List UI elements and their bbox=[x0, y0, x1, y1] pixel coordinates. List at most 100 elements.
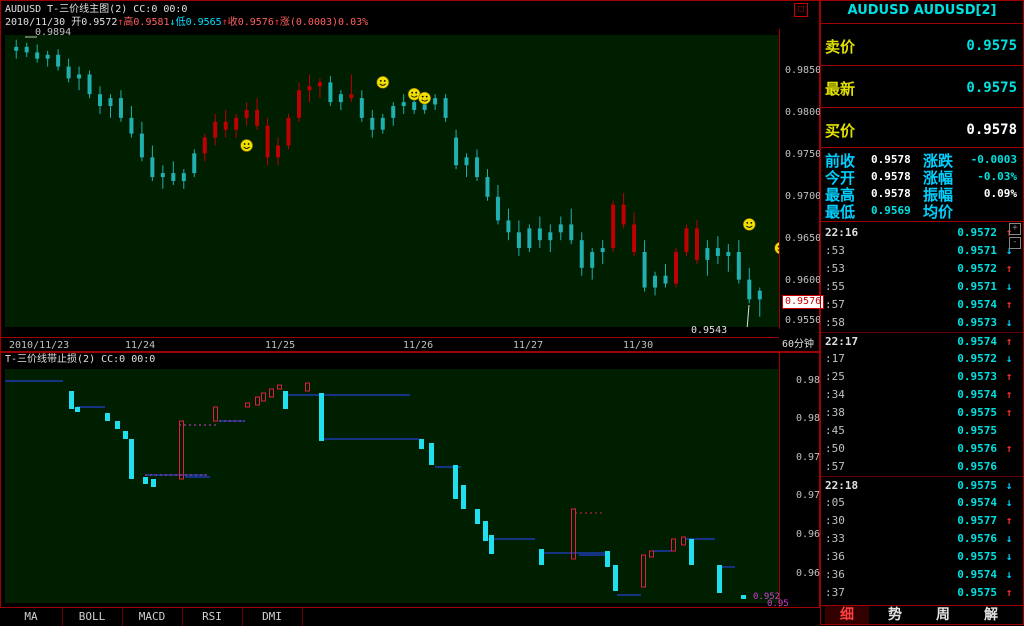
candle-body bbox=[98, 94, 103, 107]
sub-y-tick: 0.97 bbox=[796, 490, 821, 501]
tick-time: :50 bbox=[825, 442, 845, 455]
candle-body bbox=[600, 248, 605, 253]
sub-y-tick: 0.98 bbox=[796, 375, 821, 386]
latest-label: 最新 bbox=[825, 80, 856, 98]
scroll-plus-icon[interactable]: + bbox=[1009, 223, 1021, 235]
tab-boll[interactable]: BOLL bbox=[62, 608, 123, 626]
candle-body bbox=[255, 109, 260, 126]
stoploss-bar bbox=[689, 539, 694, 565]
tick-row: 22:18 0.9575 ↓ bbox=[821, 476, 1023, 495]
candle-body bbox=[317, 82, 322, 87]
candle-body bbox=[548, 232, 553, 241]
tick-row: :30 0.9577 ↑ bbox=[821, 512, 1023, 530]
candle-body bbox=[45, 54, 50, 59]
sub-chart-panel: T-三价线带止损(2) CC:0 00:0 0.98 0.98 0.97 0.9… bbox=[0, 352, 822, 609]
stoploss-bar bbox=[129, 439, 134, 479]
avg-label: 均价 bbox=[923, 203, 954, 221]
candle-body bbox=[24, 46, 29, 53]
candlestick-plot[interactable] bbox=[5, 35, 779, 327]
ohlc-close-label: 收 bbox=[227, 17, 238, 28]
down-arrow-icon: ↓ bbox=[1005, 352, 1013, 365]
candle-body bbox=[401, 102, 406, 107]
tick-row: :36 0.9574 ↓ bbox=[821, 566, 1023, 584]
stoploss-bar bbox=[741, 595, 746, 599]
latest-row: 最新 0.9575 bbox=[821, 65, 1023, 108]
stoploss-bar bbox=[605, 551, 610, 567]
stoploss-plot[interactable] bbox=[5, 369, 779, 603]
candle-body bbox=[454, 137, 459, 166]
tick-time: :57 bbox=[825, 460, 845, 473]
stoploss-bar bbox=[283, 391, 288, 409]
tick-time: :30 bbox=[825, 514, 845, 527]
up-arrow-icon: ↑ bbox=[1005, 514, 1013, 527]
stats-row-3: 最高 0.9578 振幅 0.09% bbox=[821, 184, 1023, 204]
candle-body bbox=[537, 228, 542, 241]
tick-time: :53 bbox=[825, 244, 845, 257]
tick-price: 0.9572 bbox=[957, 352, 997, 365]
candle-body bbox=[192, 153, 197, 174]
candle-body bbox=[433, 98, 438, 105]
tab-trend[interactable]: 势 bbox=[873, 606, 917, 624]
sell-row: 卖价 0.9575 bbox=[821, 23, 1023, 66]
tab-explain[interactable]: 解 bbox=[969, 606, 1013, 624]
stoploss-bar bbox=[319, 393, 324, 441]
tab-rsi[interactable]: RSI bbox=[182, 608, 243, 626]
chart-settings-icon[interactable]: □ bbox=[794, 3, 808, 17]
stoploss-bar bbox=[453, 465, 458, 499]
tick-row: :57 0.9576 bbox=[821, 458, 1023, 476]
candle-body bbox=[56, 54, 61, 67]
tick-time: :58 bbox=[825, 316, 845, 329]
main-chart-title-text: AUDUSD T-三价线主图(2) CC:0 00:0 bbox=[5, 4, 188, 15]
tick-list[interactable]: 22:16 0.9572 ↑:53 0.9571 ↓:53 0.9572 ↑:55 0.957… bbox=[821, 221, 1023, 604]
stoploss-bar bbox=[717, 565, 722, 593]
tab-macd[interactable]: MACD bbox=[122, 608, 183, 626]
candle-body bbox=[443, 98, 448, 118]
candle-body bbox=[475, 157, 480, 178]
tab-ma[interactable]: MA bbox=[0, 608, 63, 626]
scroll-minus-icon[interactable]: - bbox=[1009, 237, 1021, 249]
main-chart-title: AUDUSD T-三价线主图(2) CC:0 00:0 bbox=[5, 4, 187, 16]
open-value: 0.9578 bbox=[871, 170, 911, 183]
candle-body bbox=[684, 228, 689, 253]
candle-body bbox=[747, 279, 752, 300]
stoploss-bar bbox=[419, 439, 424, 449]
indicator-tab-bar: MA BOLL MACD RSI DMI bbox=[0, 607, 820, 626]
candle-body bbox=[14, 46, 19, 51]
candle-body bbox=[757, 290, 762, 300]
stoploss-bar bbox=[429, 443, 434, 465]
tab-dmi[interactable]: DMI bbox=[242, 608, 303, 626]
y-tick: 0.9750 bbox=[785, 149, 822, 160]
change-pct-value: -0.03% bbox=[977, 170, 1017, 183]
tick-row: :25 0.9573 ↑ bbox=[821, 368, 1023, 386]
sub-y-tick: 0.96 bbox=[796, 529, 821, 540]
tab-detail[interactable]: 细 bbox=[825, 606, 869, 624]
smiley-signal-icon bbox=[418, 91, 431, 105]
tick-row: :05 0.9574 ↓ bbox=[821, 494, 1023, 512]
y-tick: 0.9650 bbox=[785, 233, 822, 244]
candle-body bbox=[328, 82, 333, 103]
smiley-signal-icon bbox=[742, 218, 756, 231]
high-value: 0.9578 bbox=[871, 187, 911, 200]
tick-price: 0.9572 bbox=[957, 262, 997, 275]
ohlc-change-pct: 0.03% bbox=[338, 17, 369, 28]
tick-time: :05 bbox=[825, 496, 845, 509]
stats-block: 前收 0.9578 涨跌 -0.0003 今开 0.9578 涨幅 -0.03%… bbox=[821, 147, 1023, 221]
tick-price: 0.9574 bbox=[957, 496, 997, 509]
tick-scrollbar[interactable]: + - bbox=[1009, 221, 1021, 251]
tab-week[interactable]: 周 bbox=[921, 606, 965, 624]
tick-price: 0.9574 bbox=[957, 388, 997, 401]
candle-body bbox=[286, 117, 291, 146]
ohlc-high: 0.9581 bbox=[133, 17, 170, 28]
tick-price: 0.9571 bbox=[957, 280, 997, 293]
stoploss-bar bbox=[483, 521, 488, 541]
period-label[interactable]: 60分钟 bbox=[782, 339, 814, 351]
ohlc-change: (0.0003) bbox=[289, 17, 339, 28]
tick-row: :53 0.9571 ↓ bbox=[821, 242, 1023, 260]
candle-body bbox=[139, 133, 144, 158]
candle-body bbox=[569, 224, 574, 241]
sub-price-axis: 0.98 0.98 0.97 0.97 0.96 0.96 bbox=[779, 353, 822, 609]
stoploss-bar bbox=[613, 565, 618, 591]
tick-time: :36 bbox=[825, 568, 845, 581]
down-arrow-icon: ↓ bbox=[1005, 496, 1013, 509]
candle-body bbox=[359, 98, 364, 118]
